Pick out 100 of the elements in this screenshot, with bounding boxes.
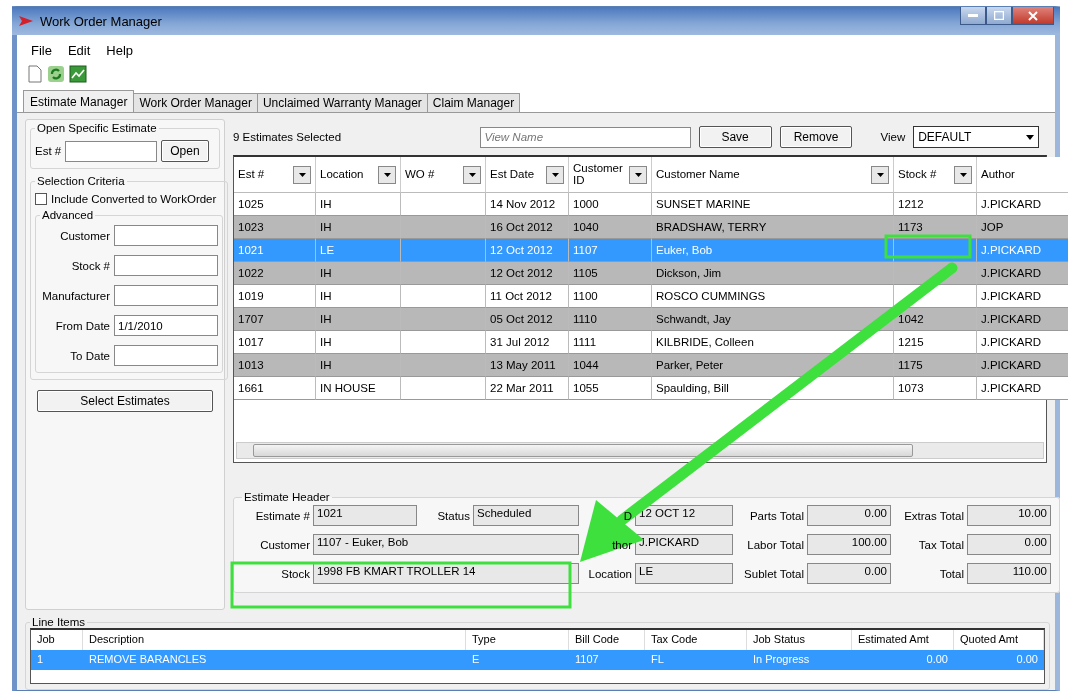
read-only-field: 110.00: [967, 563, 1051, 584]
column-header: WO #: [405, 168, 436, 181]
table-cell: In Progress: [747, 650, 852, 670]
filter-dropdown-button[interactable]: [463, 165, 481, 184]
table-cell: 1110: [569, 308, 652, 331]
maximize-button[interactable]: [986, 7, 1012, 25]
checkbox[interactable]: [35, 193, 47, 205]
field-label: Est #: [35, 145, 62, 157]
table-cell: KILBRIDE, Colleen: [652, 331, 894, 354]
input-field[interactable]: [114, 285, 218, 306]
filter-dropdown-button[interactable]: [378, 165, 396, 184]
field-label: Stock #: [70, 259, 110, 272]
caret-icon: [959, 172, 967, 177]
menu-item[interactable]: File: [25, 41, 58, 60]
table-cell: 1017: [234, 331, 316, 354]
menu-item[interactable]: Edit: [61, 41, 97, 60]
table-cell: Euker, Bob: [652, 239, 894, 262]
table-cell: 22 Mar 2011: [486, 377, 569, 400]
field-label: Total: [939, 567, 964, 580]
input-field[interactable]: 1/1/2010: [114, 315, 218, 336]
table-cell: J.PICKARD: [977, 193, 1068, 216]
tab[interactable]: Claim Manager: [426, 93, 521, 112]
field-label: Location: [588, 567, 632, 580]
caret-icon: [1026, 134, 1034, 140]
table-cell: IH: [316, 285, 401, 308]
group-title: Selection Criteria: [36, 175, 126, 187]
input-field[interactable]: [114, 345, 218, 366]
input-field[interactable]: [114, 225, 218, 246]
table-cell: 1025: [234, 193, 316, 216]
table-cell: 16 Oct 2012: [486, 216, 569, 239]
table-cell: Parker, Peter: [652, 354, 894, 377]
table-cell: 1175: [894, 354, 977, 377]
read-only-field: J.PICKARD: [635, 534, 733, 555]
window-title: Work Order Manager: [40, 13, 162, 29]
tab[interactable]: Unclaimed Warranty Manager: [256, 93, 428, 112]
group-title: Open Specific Estimate: [36, 122, 158, 134]
filter-dropdown-button[interactable]: [546, 165, 564, 184]
group-title: Advanced: [41, 209, 95, 221]
minimize-button[interactable]: [960, 7, 986, 25]
column-header: Location: [320, 168, 365, 181]
caret-icon: [551, 172, 559, 177]
table-cell: 1173: [894, 216, 977, 239]
read-only-field: LE: [635, 563, 733, 584]
field-label: thor: [612, 538, 632, 551]
read-only-field: 0.00: [967, 534, 1051, 555]
field-label: To Date: [69, 349, 110, 362]
view-button[interactable]: Remove: [779, 126, 853, 148]
estimate-number-field[interactable]: [65, 140, 158, 162]
table-cell: 1107: [569, 239, 652, 262]
close-button[interactable]: [1012, 7, 1054, 25]
view-name-field[interactable]: View Name: [480, 126, 691, 148]
caret-icon: [634, 172, 642, 177]
minimize-icon: [968, 13, 978, 18]
table-cell: 1212: [894, 193, 977, 216]
table-cell: 1100: [569, 285, 652, 308]
view-button[interactable]: Save: [698, 126, 772, 148]
table-cell: 1105: [569, 262, 652, 285]
filter-dropdown-button[interactable]: [629, 165, 647, 184]
read-only-field: 0.00: [807, 505, 891, 526]
field-label: Sublet Total: [744, 567, 804, 580]
table-cell: LE: [316, 239, 401, 262]
table-cell: 1661: [234, 377, 316, 400]
table-cell: 14 Nov 2012: [486, 193, 569, 216]
filter-dropdown-button[interactable]: [871, 165, 889, 184]
table-cell: 1215: [894, 331, 977, 354]
table-cell: IH: [316, 308, 401, 331]
open-button[interactable]: Open: [161, 140, 209, 162]
input-field[interactable]: [114, 255, 218, 276]
close-icon: [1028, 10, 1038, 21]
table-cell: 05 Oct 2012: [486, 308, 569, 331]
app-logo-icon: [18, 13, 34, 29]
column-header: Stock #: [898, 168, 938, 181]
view-dropdown[interactable]: DEFAULT: [913, 126, 1039, 148]
filter-dropdown-button[interactable]: [293, 165, 311, 184]
table-cell: IH: [316, 216, 401, 239]
select-estimates-button[interactable]: Select Estimates: [37, 390, 213, 412]
menu-item[interactable]: Help: [100, 41, 140, 60]
tab[interactable]: Estimate Manager: [23, 90, 135, 112]
table-cell: 0.00: [852, 650, 954, 670]
column-header: Customer Name: [656, 168, 741, 181]
table-cell: 12 Oct 2012: [486, 239, 569, 262]
table-cell: IH: [316, 262, 401, 285]
filter-dropdown-button[interactable]: [954, 165, 972, 184]
table-cell: 1073: [894, 377, 977, 400]
column-header: Est #: [238, 168, 266, 181]
field-label: Parts Total: [749, 509, 804, 522]
table-cell: 12 Oct 2012: [486, 262, 569, 285]
table-cell: 31 Jul 2012: [486, 331, 569, 354]
table-cell: 13 May 2011: [486, 354, 569, 377]
refresh-icon[interactable]: [47, 65, 65, 83]
table-cell: J.PICKARD: [977, 308, 1068, 331]
table-cell: ROSCO CUMMINGS: [652, 285, 894, 308]
horizontal-scrollbar[interactable]: [236, 442, 1044, 459]
caret-icon: [876, 172, 884, 177]
tab[interactable]: Work Order Manager: [133, 93, 258, 112]
read-only-field: Scheduled: [473, 505, 579, 526]
table-cell: SUNSET MARINE: [652, 193, 894, 216]
new-document-icon[interactable]: [27, 65, 43, 83]
chart-icon[interactable]: [69, 65, 87, 83]
view-label: View: [880, 131, 906, 143]
